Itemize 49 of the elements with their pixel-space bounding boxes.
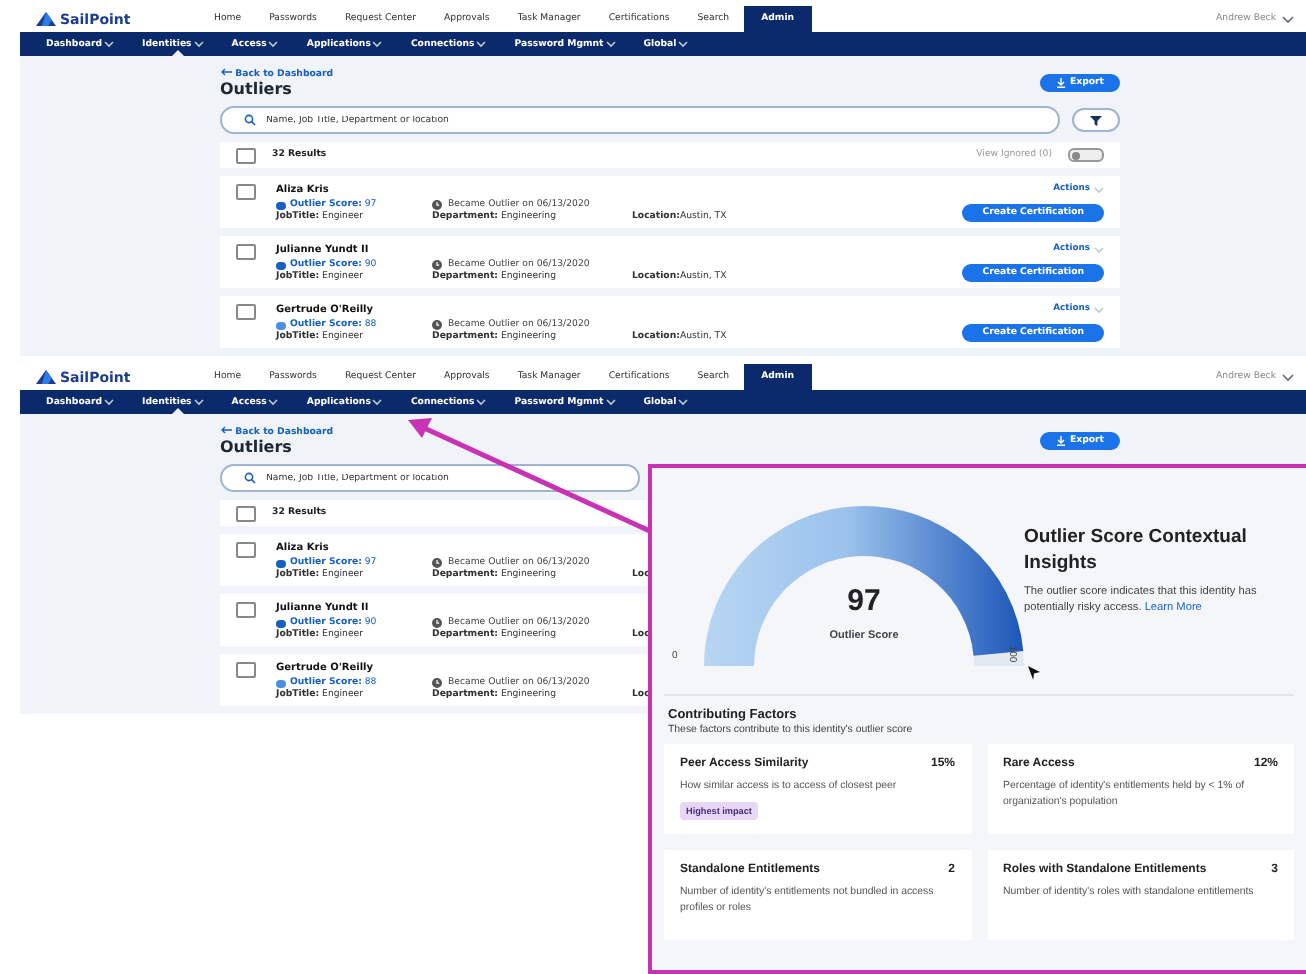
- logo-icon: [36, 12, 56, 26]
- chevron-down-icon: [268, 398, 279, 406]
- search-icon: [244, 114, 256, 126]
- download-icon: [1055, 78, 1066, 88]
- row-checkbox[interactable]: [236, 184, 256, 200]
- clock-icon: [432, 200, 442, 210]
- select-all-checkbox[interactable]: [236, 505, 256, 521]
- chevron-down-icon: [1282, 15, 1294, 23]
- cursor-icon: [1027, 666, 1040, 681]
- row-checkbox[interactable]: [236, 244, 256, 260]
- chevron-down-icon: [605, 40, 616, 48]
- chevron-down-icon: [193, 40, 204, 48]
- insights-title: Outlier Score Contextual Insights: [1024, 524, 1249, 578]
- chevron-down-icon: [678, 40, 689, 48]
- clock-icon: [432, 618, 442, 628]
- row-checkbox[interactable]: [236, 542, 256, 558]
- chevron-down-icon: [104, 40, 115, 48]
- filter-icon: [1090, 115, 1102, 125]
- row-checkbox[interactable]: [236, 602, 256, 618]
- clock-icon: [432, 678, 442, 688]
- chevron-down-icon: [1094, 245, 1104, 253]
- row-checkbox[interactable]: [236, 304, 256, 320]
- filter-button[interactable]: [1072, 108, 1120, 132]
- chevron-down-icon: [678, 398, 689, 406]
- chevron-down-icon: [1094, 305, 1104, 313]
- search-icon: [244, 472, 256, 484]
- chevron-down-icon: [104, 398, 115, 406]
- chevron-down-icon: [193, 398, 204, 406]
- chevron-down-icon: [1094, 185, 1104, 193]
- arrow-left-icon: [220, 68, 232, 76]
- chevron-down-icon: [268, 40, 279, 48]
- clock-icon: [432, 320, 442, 330]
- clock-icon: [432, 260, 442, 270]
- row-checkbox[interactable]: [236, 662, 256, 678]
- select-all-checkbox[interactable]: [236, 147, 256, 163]
- clock-icon: [432, 558, 442, 568]
- arrow-left-icon: [220, 426, 232, 434]
- gauge-value: 97: [845, 584, 883, 618]
- chevron-down-icon: [372, 40, 383, 48]
- page-title: Outliers: [220, 80, 294, 98]
- chevron-down-icon: [372, 398, 383, 406]
- logo-icon: [36, 370, 56, 384]
- page-title: Outliers: [220, 438, 294, 456]
- chevron-down-icon: [476, 40, 487, 48]
- view-ignored-toggle[interactable]: [1068, 148, 1104, 162]
- chevron-down-icon: [605, 398, 616, 406]
- download-icon: [1055, 436, 1066, 446]
- chevron-down-icon: [1282, 373, 1294, 381]
- chevron-down-icon: [476, 398, 487, 406]
